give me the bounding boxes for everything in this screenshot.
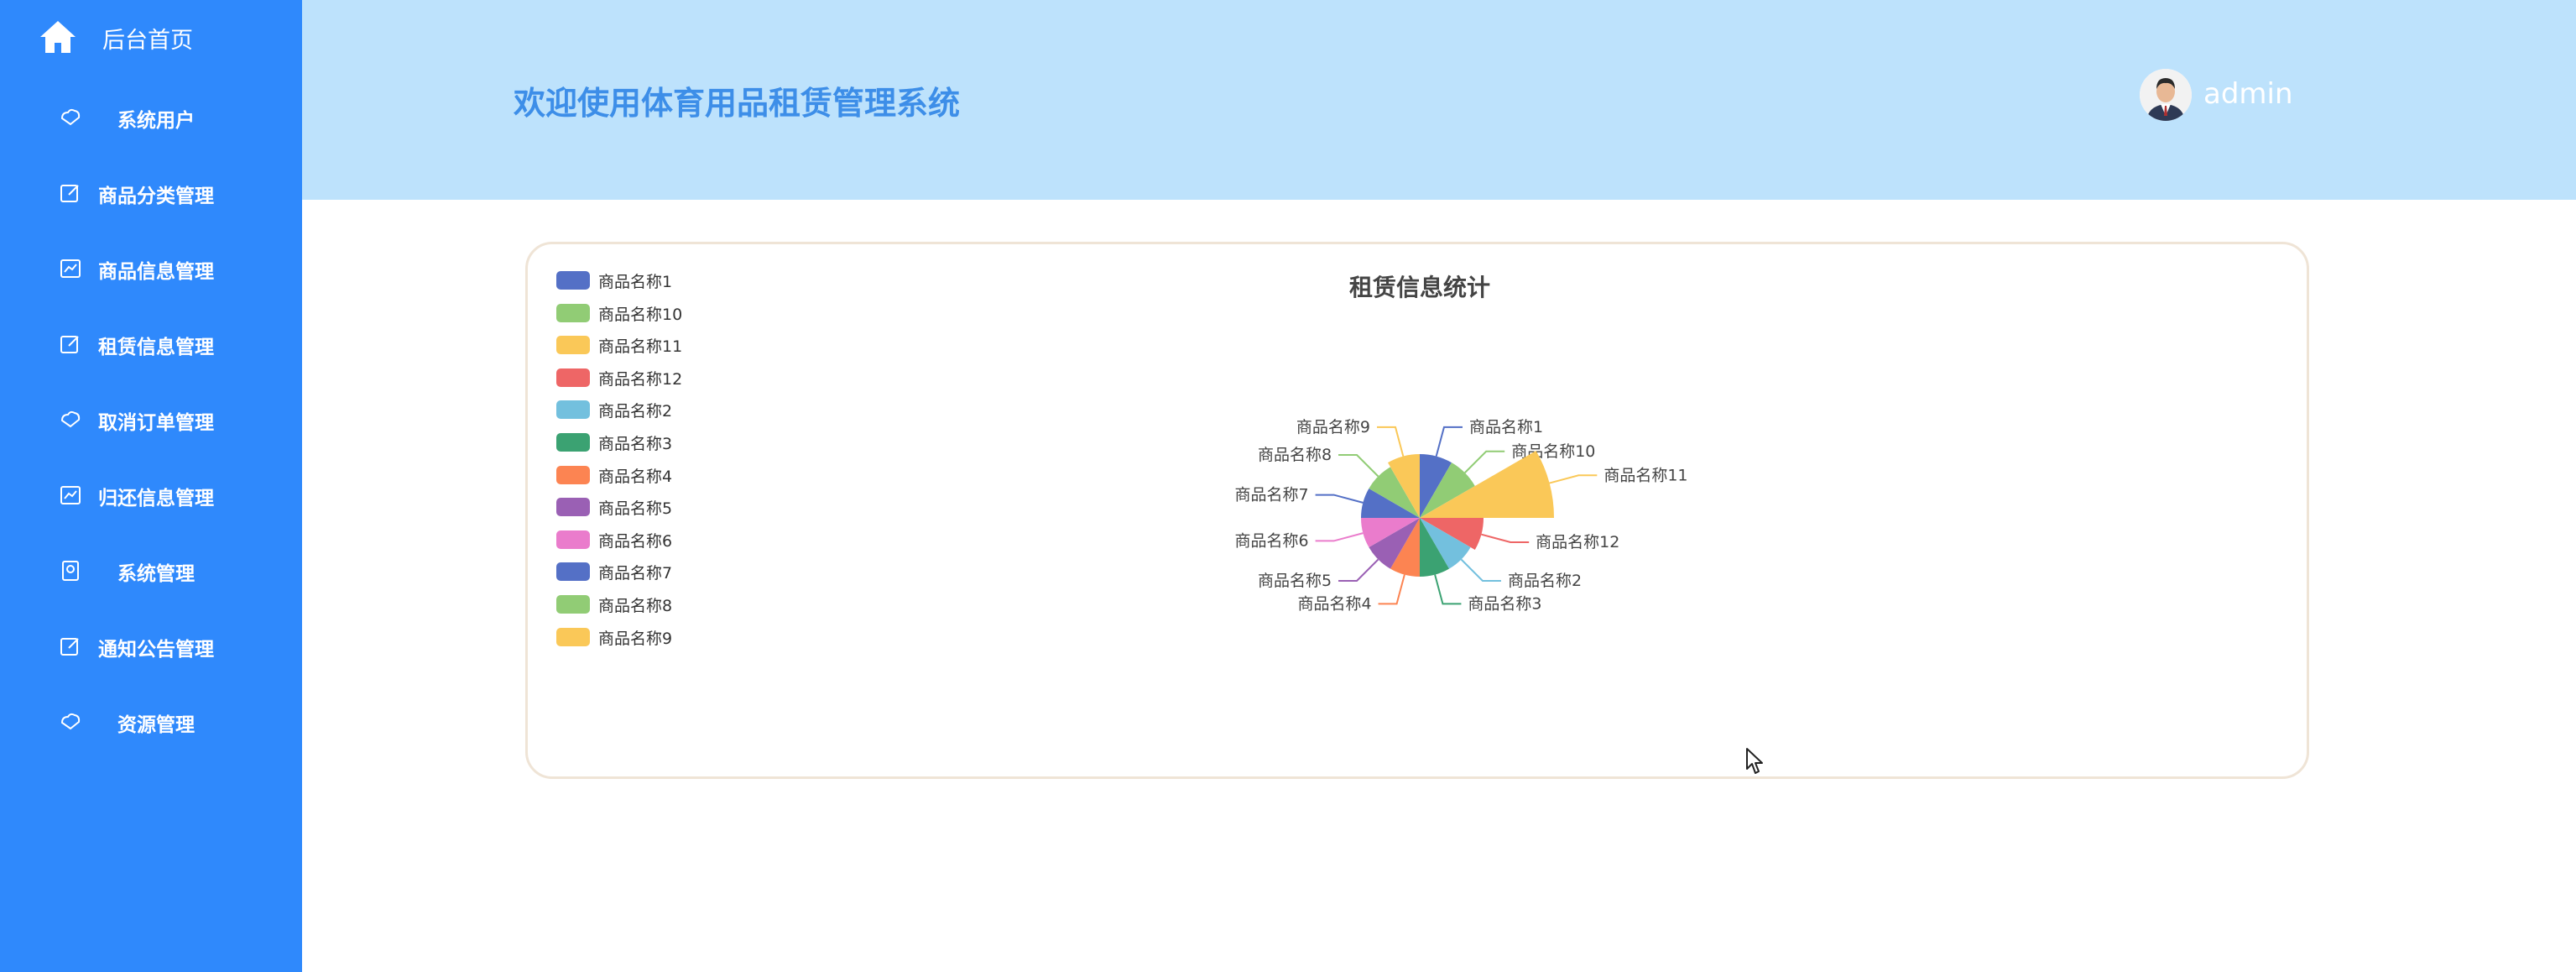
- label-leader-line: [1315, 494, 1364, 504]
- slice-label: 商品名称7: [1235, 486, 1309, 504]
- page-title: 欢迎使用体育用品租赁管理系统: [514, 85, 961, 122]
- slice-label: 商品名称5: [1258, 572, 1332, 590]
- slice-label: 商品名称11: [1603, 466, 1687, 484]
- home-icon: [40, 21, 76, 53]
- sidebar-item-resource[interactable]: 资源管理: [0, 697, 302, 747]
- sidebar-item-rental[interactable]: 租赁信息管理: [0, 319, 302, 369]
- slice-label: 商品名称2: [1508, 572, 1582, 590]
- sidebar-home-label: 后台首页: [102, 28, 193, 54]
- sidebar-item-system-users[interactable]: 系统用户: [0, 92, 302, 143]
- sidebar: 后台首页 系统用户 商品分类管理 商品信息管理 租赁信息管理 取消订单管理 归还…: [0, 0, 302, 972]
- header: 欢迎使用体育用品租赁管理系统 admin: [302, 0, 2576, 200]
- avatar[interactable]: [2140, 69, 2192, 121]
- sidebar-item-label: 租赁信息管理: [98, 337, 214, 358]
- label-leader-line: [1549, 474, 1598, 484]
- sidebar-home[interactable]: 后台首页: [0, 0, 302, 74]
- label-leader-line: [1464, 450, 1505, 473]
- label-leader-line: [1315, 532, 1364, 542]
- label-leader-line: [1378, 574, 1405, 605]
- username-label[interactable]: admin: [2203, 77, 2293, 111]
- slice-label: 商品名称9: [1296, 418, 1370, 436]
- chart-card: 租赁信息统计 商品名称1 商品名称10 商品名称11 商品名称12 商品名称2 商品名称3…: [525, 242, 2309, 779]
- sidebar-item-label: 取消订单管理: [98, 412, 214, 434]
- slice-label: 商品名称6: [1235, 531, 1309, 550]
- avatar-image: [2140, 69, 2192, 121]
- label-leader-line: [1434, 574, 1462, 605]
- sidebar-item-return[interactable]: 归还信息管理: [0, 470, 302, 520]
- sidebar-item-label: 系统管理: [117, 563, 195, 585]
- sidebar-item-notice[interactable]: 通知公告管理: [0, 621, 302, 672]
- slice-label: 商品名称1: [1469, 418, 1543, 436]
- sidebar-item-label: 资源管理: [117, 714, 195, 736]
- sidebar-item-goods[interactable]: 商品信息管理: [0, 243, 302, 294]
- label-leader-line: [1481, 533, 1530, 543]
- sidebar-item-label: 商品信息管理: [98, 261, 214, 283]
- label-leader-line: [1377, 426, 1405, 457]
- sidebar-item-label: 归还信息管理: [98, 488, 214, 510]
- rose-pie-chart: 商品名称1商品名称10商品名称11商品名称12商品名称2商品名称3商品名称4商品…: [1235, 418, 1688, 614]
- slice-label: 商品名称3: [1468, 594, 1541, 613]
- slice-label: 商品名称8: [1258, 446, 1332, 464]
- slice-label: 商品名称4: [1297, 594, 1371, 613]
- mouse-cursor-icon: [1746, 748, 1763, 774]
- label-leader-line: [1460, 558, 1501, 582]
- label-leader-line: [1435, 426, 1463, 457]
- slice-label: 商品名称12: [1536, 533, 1619, 551]
- sidebar-item-label: 通知公告管理: [98, 639, 214, 661]
- sidebar-item-category[interactable]: 商品分类管理: [0, 168, 302, 218]
- sidebar-item-system[interactable]: 系统管理: [0, 546, 302, 596]
- label-leader-line: [1338, 558, 1379, 582]
- label-leader-line: [1338, 454, 1379, 478]
- sidebar-item-cancel-order[interactable]: 取消订单管理: [0, 395, 302, 445]
- sidebar-item-label: 系统用户: [117, 110, 195, 132]
- sidebar-item-label: 商品分类管理: [98, 186, 214, 207]
